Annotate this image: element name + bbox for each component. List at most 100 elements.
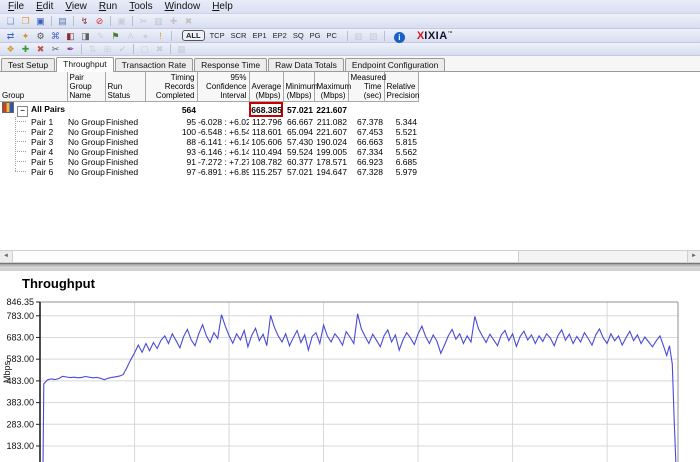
hardware-pair-icon[interactable]: ◨ [78, 30, 93, 42]
scroll-left-icon[interactable]: ◄ [0, 251, 13, 262]
col-minimum[interactable]: Minimum (Mbps) [283, 72, 314, 102]
cell-maximum: 194.647 [314, 167, 348, 177]
compare-runs-icon[interactable]: ⇅ [85, 43, 100, 55]
pair-row[interactable]: Pair 4No GroupFinished93-6.146 : +6.1461… [0, 147, 418, 157]
toolbar-separator [133, 44, 134, 54]
col-measured-time[interactable]: Measured Time (sec) [348, 72, 384, 102]
disconnect-endpoint-icon[interactable]: ✖ [33, 43, 48, 55]
all-pairs-row[interactable]: −All Pairs564668.38557.021221.607 [0, 102, 418, 118]
menu-item-edit[interactable]: Edit [30, 1, 59, 12]
info-icon[interactable]: i [394, 27, 405, 45]
collapse-all-icon[interactable]: ✖ [152, 43, 167, 55]
col-timing-records[interactable]: Timing Records Completed [145, 72, 197, 102]
filter-ep1[interactable]: EP1 [252, 31, 266, 40]
print-icon[interactable]: ▤ [55, 15, 70, 27]
filter-ep2[interactable]: EP2 [273, 31, 287, 40]
y-tick-label: 283.00 [6, 419, 34, 429]
connect-endpoint-icon[interactable]: ✚ [18, 43, 33, 55]
cell-group: Pair 5 [0, 157, 67, 167]
cell-minimum: 57.430 [283, 137, 314, 147]
menu-item-help[interactable]: Help [206, 1, 239, 12]
menu-item-window[interactable]: Window [159, 1, 207, 12]
col-average[interactable]: Average (Mbps) [249, 72, 283, 102]
swap-endpoints-icon[interactable]: ⇄ [3, 30, 18, 42]
menu-bar: FileEditViewRunToolsWindowHelp [0, 0, 700, 14]
group-pairs-icon[interactable]: ✂ [48, 43, 63, 55]
pair-row[interactable]: Pair 2No GroupFinished100-6.548 : +6.548… [0, 127, 418, 137]
tab-raw-data-totals[interactable]: Raw Data Totals [268, 58, 344, 71]
filter-all[interactable]: ALL [182, 30, 205, 41]
tip-icon[interactable]: ! [153, 30, 168, 42]
cell-maximum: 211.082 [314, 117, 348, 127]
stop-test-icon[interactable]: ⊘ [92, 15, 107, 27]
col-run-status[interactable]: Run Status [105, 72, 145, 102]
collapse-toggle-icon[interactable]: − [17, 106, 28, 117]
cell-minimum: 65.094 [283, 127, 314, 137]
cut-icon[interactable]: ✂ [136, 15, 151, 27]
run-test-icon[interactable]: ↯ [77, 15, 92, 27]
open-test-icon[interactable]: ❐ [18, 15, 33, 27]
tab-transaction-rate[interactable]: Transaction Rate [115, 58, 193, 71]
edit-pair-icon[interactable]: ✦ [18, 30, 33, 42]
pause-test-icon[interactable]: ▣ [114, 15, 129, 27]
menu-item-view[interactable]: View [59, 1, 93, 12]
filter-tcp[interactable]: TCP [210, 31, 225, 40]
pair-row[interactable]: Pair 1No GroupFinished95-6.028 : +6.0281… [0, 117, 418, 127]
add-pair-icon[interactable]: ✚ [166, 15, 181, 27]
delete-pair-icon[interactable]: ✖ [181, 15, 196, 27]
throughput-results-grid: GroupPair Group NameRun StatusTiming Rec… [0, 72, 419, 177]
cell-measured-time [348, 102, 384, 118]
pair-row[interactable]: Pair 3No GroupFinished88-6.141 : +6.1411… [0, 137, 418, 147]
pane-splitter[interactable] [0, 263, 700, 271]
traffic-profile-icon[interactable]: ⚑ [108, 30, 123, 42]
merge-runs-icon[interactable]: ⊞ [100, 43, 115, 55]
copy-icon[interactable]: ▥ [151, 15, 166, 27]
lock-icon[interactable]: ▦ [174, 43, 189, 55]
annotate-icon[interactable]: A [123, 30, 138, 42]
col-relative-precision[interactable]: Relative Precision [384, 72, 418, 102]
cell-measured-time: 67.334 [348, 147, 384, 157]
filter-pc[interactable]: PC [327, 31, 337, 40]
export-results-icon[interactable]: ▥ [351, 30, 366, 42]
wizard-icon[interactable]: ✒ [63, 43, 78, 55]
validate-icon[interactable]: ✔ [115, 43, 130, 55]
video-pair-icon[interactable]: ◧ [63, 30, 78, 42]
scroll-right-icon[interactable]: ► [687, 251, 700, 262]
tab-throughput[interactable]: Throughput [56, 57, 113, 72]
save-icon[interactable]: ▣ [33, 15, 48, 27]
tab-endpoint-configuration[interactable]: Endpoint Configuration [345, 58, 445, 71]
import-results-icon[interactable]: ▧ [366, 30, 381, 42]
cell-run-status: Finished [105, 167, 145, 177]
cell-maximum: 221.607 [314, 102, 348, 118]
menu-item-file[interactable]: File [2, 1, 30, 12]
cell-confidence-interval: -7.272 : +7.272 [197, 157, 249, 167]
info-icon-glyph: i [394, 32, 405, 43]
col-maximum[interactable]: Maximum (Mbps) [314, 72, 348, 102]
pair-row[interactable]: Pair 6No GroupFinished97-6.891 : +6.8911… [0, 167, 418, 177]
clipboard-icon[interactable]: ❖ [3, 43, 18, 55]
menu-item-run[interactable]: Run [93, 1, 123, 12]
col-group[interactable]: Group [0, 72, 67, 102]
tab-test-setup[interactable]: Test Setup [1, 58, 55, 71]
tree-branch-icon [9, 157, 31, 166]
col-pair-group-name[interactable]: Pair Group Name [67, 72, 105, 102]
camera-icon[interactable]: ⚙ [33, 30, 48, 42]
filter-scr[interactable]: SCR [231, 31, 247, 40]
expand-all-icon[interactable]: ▢ [137, 43, 152, 55]
filter-pg[interactable]: PG [310, 31, 321, 40]
y-tick-label: 783.00 [6, 311, 34, 321]
horizontal-scrollbar[interactable]: ◄ ► [0, 250, 700, 263]
menu-item-tools[interactable]: Tools [123, 1, 158, 12]
tab-response-time[interactable]: Response Time [194, 58, 267, 71]
network-topology-icon[interactable]: ⌘ [48, 30, 63, 42]
cell-average: 118.601 [249, 127, 283, 137]
record-icon[interactable]: ● [138, 30, 153, 42]
cell-relative-precision: 5.521 [384, 127, 418, 137]
filter-sq[interactable]: SQ [293, 31, 304, 40]
new-test-icon[interactable]: ❏ [3, 15, 18, 27]
scrollbar-thumb[interactable] [13, 251, 519, 262]
edit-script-icon[interactable]: ✎ [93, 30, 108, 42]
cell-measured-time: 67.378 [348, 117, 384, 127]
pair-row[interactable]: Pair 5No GroupFinished91-7.272 : +7.2721… [0, 157, 418, 167]
col-confidence-interval[interactable]: 95% Confidence Interval [197, 72, 249, 102]
